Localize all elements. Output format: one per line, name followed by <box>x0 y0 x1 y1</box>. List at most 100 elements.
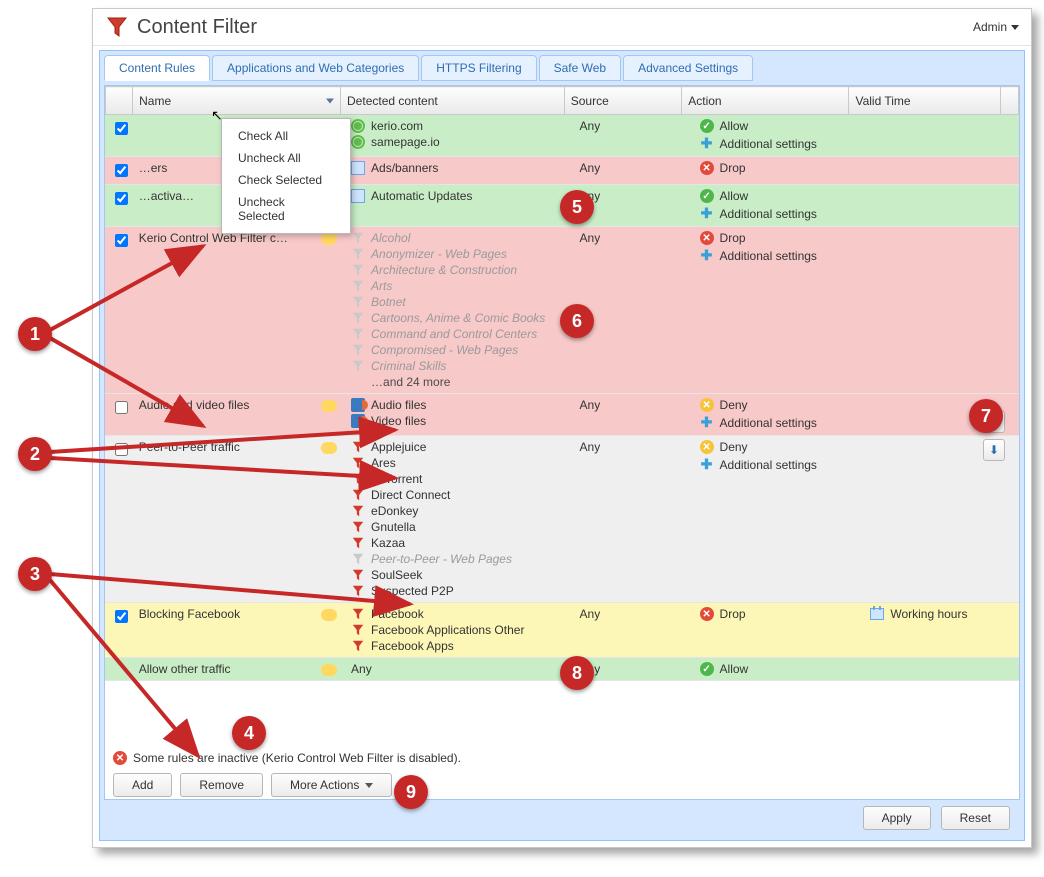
row-checkbox[interactable] <box>115 401 128 414</box>
action-row: ✕Deny <box>700 398 859 412</box>
col-scroll-spacer <box>1000 87 1018 115</box>
detected-item: Automatic Updates <box>351 189 568 203</box>
table-row[interactable]: Blocking Facebook FacebookFacebook Appli… <box>105 603 1019 658</box>
funnel-icon <box>351 584 365 598</box>
content-filter-window: Content Filter Admin Content Rules Appli… <box>92 8 1032 848</box>
comment-icon[interactable] <box>321 400 337 412</box>
funnel-icon <box>351 440 365 454</box>
remove-button[interactable]: Remove <box>180 773 263 797</box>
detected-item: eDonkey <box>351 504 568 518</box>
admin-menu[interactable]: Admin <box>973 20 1019 34</box>
row-checkbox[interactable] <box>115 164 128 177</box>
detected-label: Any <box>351 662 372 676</box>
col-source[interactable]: Source <box>564 87 682 115</box>
additional-settings[interactable]: ✚Additional settings <box>700 456 859 473</box>
funnel-icon <box>351 607 365 621</box>
funnel-icon <box>351 263 365 277</box>
detected-more: …and 24 more <box>351 375 568 389</box>
additional-settings[interactable]: ✚ Additional settings <box>700 205 859 222</box>
detected-label: Arts <box>371 279 392 293</box>
add-button[interactable]: Add <box>113 773 172 797</box>
globe-icon <box>351 135 365 149</box>
row-checkbox[interactable] <box>115 610 128 623</box>
detected-label: Automatic Updates <box>371 189 472 203</box>
plus-icon: ✚ <box>700 205 714 222</box>
menu-check-selected[interactable]: Check Selected <box>222 169 350 191</box>
table-row[interactable]: Audio and video files Audio filesVideo f… <box>105 394 1019 436</box>
move-down-button[interactable]: ⬇ <box>983 439 1005 461</box>
tab-advanced-settings[interactable]: Advanced Settings <box>623 55 753 81</box>
col-action[interactable]: Action <box>682 87 849 115</box>
action-label: Allow <box>720 662 749 676</box>
comment-icon[interactable] <box>321 233 337 245</box>
funnel-icon <box>351 295 365 309</box>
rule-name: …activa… <box>139 189 194 203</box>
comment-icon[interactable] <box>321 442 337 454</box>
footer-bar: Apply Reset <box>104 800 1020 834</box>
action-row: ✓Allow <box>700 662 859 676</box>
detected-item: SoulSeek <box>351 568 568 582</box>
menu-uncheck-selected[interactable]: Uncheck Selected <box>222 191 350 227</box>
additional-settings[interactable]: ✚Additional settings <box>700 414 859 431</box>
col-detected[interactable]: Detected content <box>341 87 565 115</box>
col-checkbox[interactable] <box>106 87 133 115</box>
annotation-9: 9 <box>394 775 428 809</box>
additional-settings[interactable]: ✚Additional settings <box>700 135 859 152</box>
action-label: Allow <box>720 119 749 133</box>
row-checkbox[interactable] <box>115 234 128 247</box>
row-checkbox[interactable] <box>115 443 128 456</box>
audio-icon <box>351 414 365 428</box>
menu-uncheck-all[interactable]: Uncheck All <box>222 147 350 169</box>
additional-settings-label: Additional settings <box>720 249 817 263</box>
apply-button[interactable]: Apply <box>863 806 931 830</box>
drop-icon: ✕ <box>700 161 714 175</box>
rule-name: Audio and video files <box>139 398 250 412</box>
action-label: Deny <box>720 440 748 454</box>
drop-icon: ✕ <box>700 231 714 245</box>
funnel-icon <box>351 279 365 293</box>
detected-label: kerio.com <box>371 119 423 133</box>
action-row: ✕Drop <box>700 231 859 245</box>
checkbox-context-menu: Check All Uncheck All Check Selected Unc… <box>221 118 351 234</box>
detected-item: kerio.com <box>351 119 568 133</box>
additional-settings-label: Additional settings <box>720 207 817 221</box>
more-actions-button[interactable]: More Actions <box>271 773 392 797</box>
source-label: Any <box>580 440 601 454</box>
detected-label: Command and Control Centers <box>371 327 537 341</box>
comment-icon[interactable] <box>321 664 337 676</box>
error-icon: ✕ <box>113 751 127 765</box>
admin-label: Admin <box>973 20 1007 34</box>
col-name[interactable]: Name <box>133 87 341 115</box>
tab-https-filtering[interactable]: HTTPS Filtering <box>421 55 536 81</box>
comment-icon[interactable] <box>321 609 337 621</box>
tab-content-rules[interactable]: Content Rules <box>104 55 210 81</box>
reset-button[interactable]: Reset <box>941 806 1010 830</box>
annotation-7: 7 <box>969 399 1003 433</box>
rule-name: Peer-to-Peer traffic <box>139 440 240 454</box>
detected-item: Architecture & Construction <box>351 263 568 277</box>
funnel-icon <box>351 247 365 261</box>
detected-item: Suspected P2P <box>351 584 568 598</box>
detected-item: Compromised - Web Pages <box>351 343 568 357</box>
detected-label: Compromised - Web Pages <box>371 343 518 357</box>
detected-list: Audio filesVideo files <box>351 398 568 428</box>
col-valid-time[interactable]: Valid Time <box>849 87 1000 115</box>
tab-applications[interactable]: Applications and Web Categories <box>212 55 419 81</box>
table-row[interactable]: Kerio Control Web Filter categor… Alcoho… <box>105 227 1019 394</box>
table-row[interactable]: Peer-to-Peer traffic ApplejuiceAresBitTo… <box>105 436 1019 603</box>
detected-label: Applejuice <box>371 440 426 454</box>
detected-label: Peer-to-Peer - Web Pages <box>371 552 512 566</box>
detected-item: Audio files <box>351 398 568 412</box>
chevron-down-icon <box>365 783 373 788</box>
row-checkbox[interactable] <box>115 122 128 135</box>
tab-safe-web[interactable]: Safe Web <box>539 55 621 81</box>
detected-list: Alcohol Anonymizer - Web Pages Architectur… <box>351 231 568 389</box>
detected-item: Alcohol <box>351 231 568 245</box>
detected-label: Anonymizer - Web Pages <box>371 247 507 261</box>
arrow-down-icon: ⬇ <box>989 443 999 457</box>
row-checkbox[interactable] <box>115 192 128 205</box>
additional-settings[interactable]: ✚ Additional settings <box>700 247 859 264</box>
plus-icon: ✚ <box>700 247 714 264</box>
menu-check-all[interactable]: Check All <box>222 125 350 147</box>
detected-item: Botnet <box>351 295 568 309</box>
